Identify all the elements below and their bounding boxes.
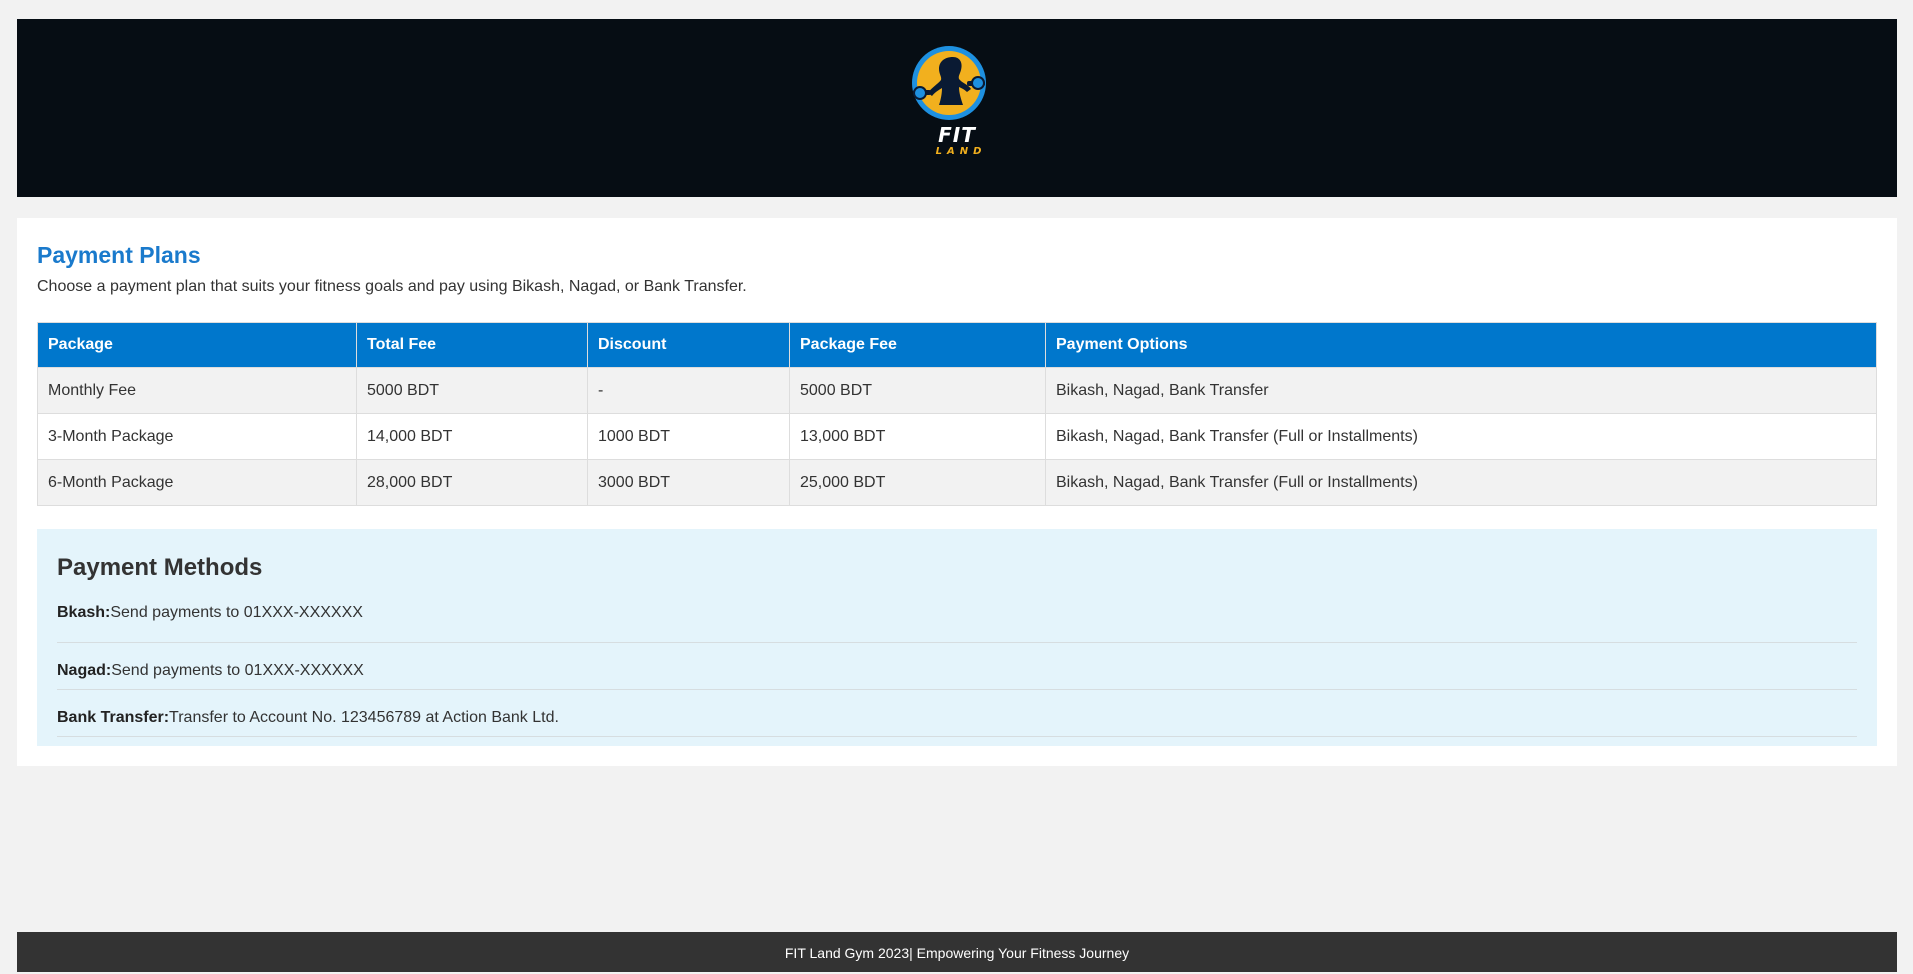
payment-methods-section: Payment Methods Bkash:Send payments to 0… (37, 529, 1877, 746)
table-row: 6-Month Package 28,000 BDT 3000 BDT 25,0… (37, 459, 1877, 506)
method-details: Send payments to 01XXX-XXXXXX (111, 662, 364, 679)
page-description: Choose a payment plan that suits your fi… (37, 278, 747, 295)
table-row: 3-Month Package 14,000 BDT 1000 BDT 13,0… (37, 413, 1877, 460)
table-header-row: Package Total Fee Discount Package Fee P… (37, 322, 1877, 368)
site-footer: FIT Land Gym 2023| Empowering Your Fitne… (17, 932, 1897, 972)
column-header-package-fee: Package Fee (789, 322, 1046, 368)
cell-total-fee: 14,000 BDT (356, 413, 588, 460)
list-item-nagad: Nagad:Send payments to 01XXX-XXXXXX (57, 643, 1857, 690)
footer-text: FIT Land Gym 2023| Empowering Your Fitne… (784, 945, 1130, 961)
cell-package: 3-Month Package (37, 413, 357, 460)
method-label: Bank Transfer: (57, 709, 170, 726)
method-details: Transfer to Account No. 123456789 at Act… (169, 709, 559, 726)
cell-discount: 3000 BDT (587, 459, 790, 506)
cell-payment-options: Bikash, Nagad, Bank Transfer (1045, 367, 1877, 414)
table-row: Monthly Fee 5000 BDT - 5000 BDT Bikash, … (37, 367, 1877, 414)
cell-package-fee: 5000 BDT (789, 367, 1046, 414)
cell-package-fee: 25,000 BDT (789, 459, 1046, 506)
payment-methods-list: Bkash:Send payments to 01XXX-XXXXXX Naga… (57, 597, 1857, 737)
cell-payment-options: Bikash, Nagad, Bank Transfer (Full or In… (1045, 413, 1877, 460)
column-header-total-fee: Total Fee (356, 322, 588, 368)
cell-total-fee: 5000 BDT (356, 367, 588, 414)
list-item-bank-transfer: Bank Transfer:Transfer to Account No. 12… (57, 690, 1857, 737)
column-header-package: Package (37, 322, 357, 368)
payment-content: Payment Plans Choose a payment plan that… (17, 218, 1897, 766)
list-item-bkash: Bkash:Send payments to 01XXX-XXXXXX (57, 597, 1857, 643)
column-header-discount: Discount (587, 322, 790, 368)
method-details: Send payments to 01XXX-XXXXXX (110, 604, 363, 621)
cell-total-fee: 28,000 BDT (356, 459, 588, 506)
payment-plans-table: Package Total Fee Discount Package Fee P… (37, 322, 1877, 506)
page-title: Payment Plans (37, 242, 201, 268)
cell-package-fee: 13,000 BDT (789, 413, 1046, 460)
payment-methods-title: Payment Methods (57, 554, 263, 581)
site-header: FIT LAND (17, 19, 1897, 197)
logo-title: FIT (938, 123, 976, 147)
column-header-payment-options: Payment Options (1045, 322, 1877, 368)
fit-land-logo[interactable]: FIT LAND (909, 45, 1005, 171)
method-label: Nagad: (57, 662, 112, 679)
cell-package: Monthly Fee (37, 367, 357, 414)
logo-subtitle: LAND (935, 146, 987, 157)
cell-discount: - (587, 367, 790, 414)
cell-payment-options: Bikash, Nagad, Bank Transfer (Full or In… (1045, 459, 1877, 506)
method-label: Bkash: (57, 604, 111, 621)
cell-discount: 1000 BDT (587, 413, 790, 460)
cell-package: 6-Month Package (37, 459, 357, 506)
